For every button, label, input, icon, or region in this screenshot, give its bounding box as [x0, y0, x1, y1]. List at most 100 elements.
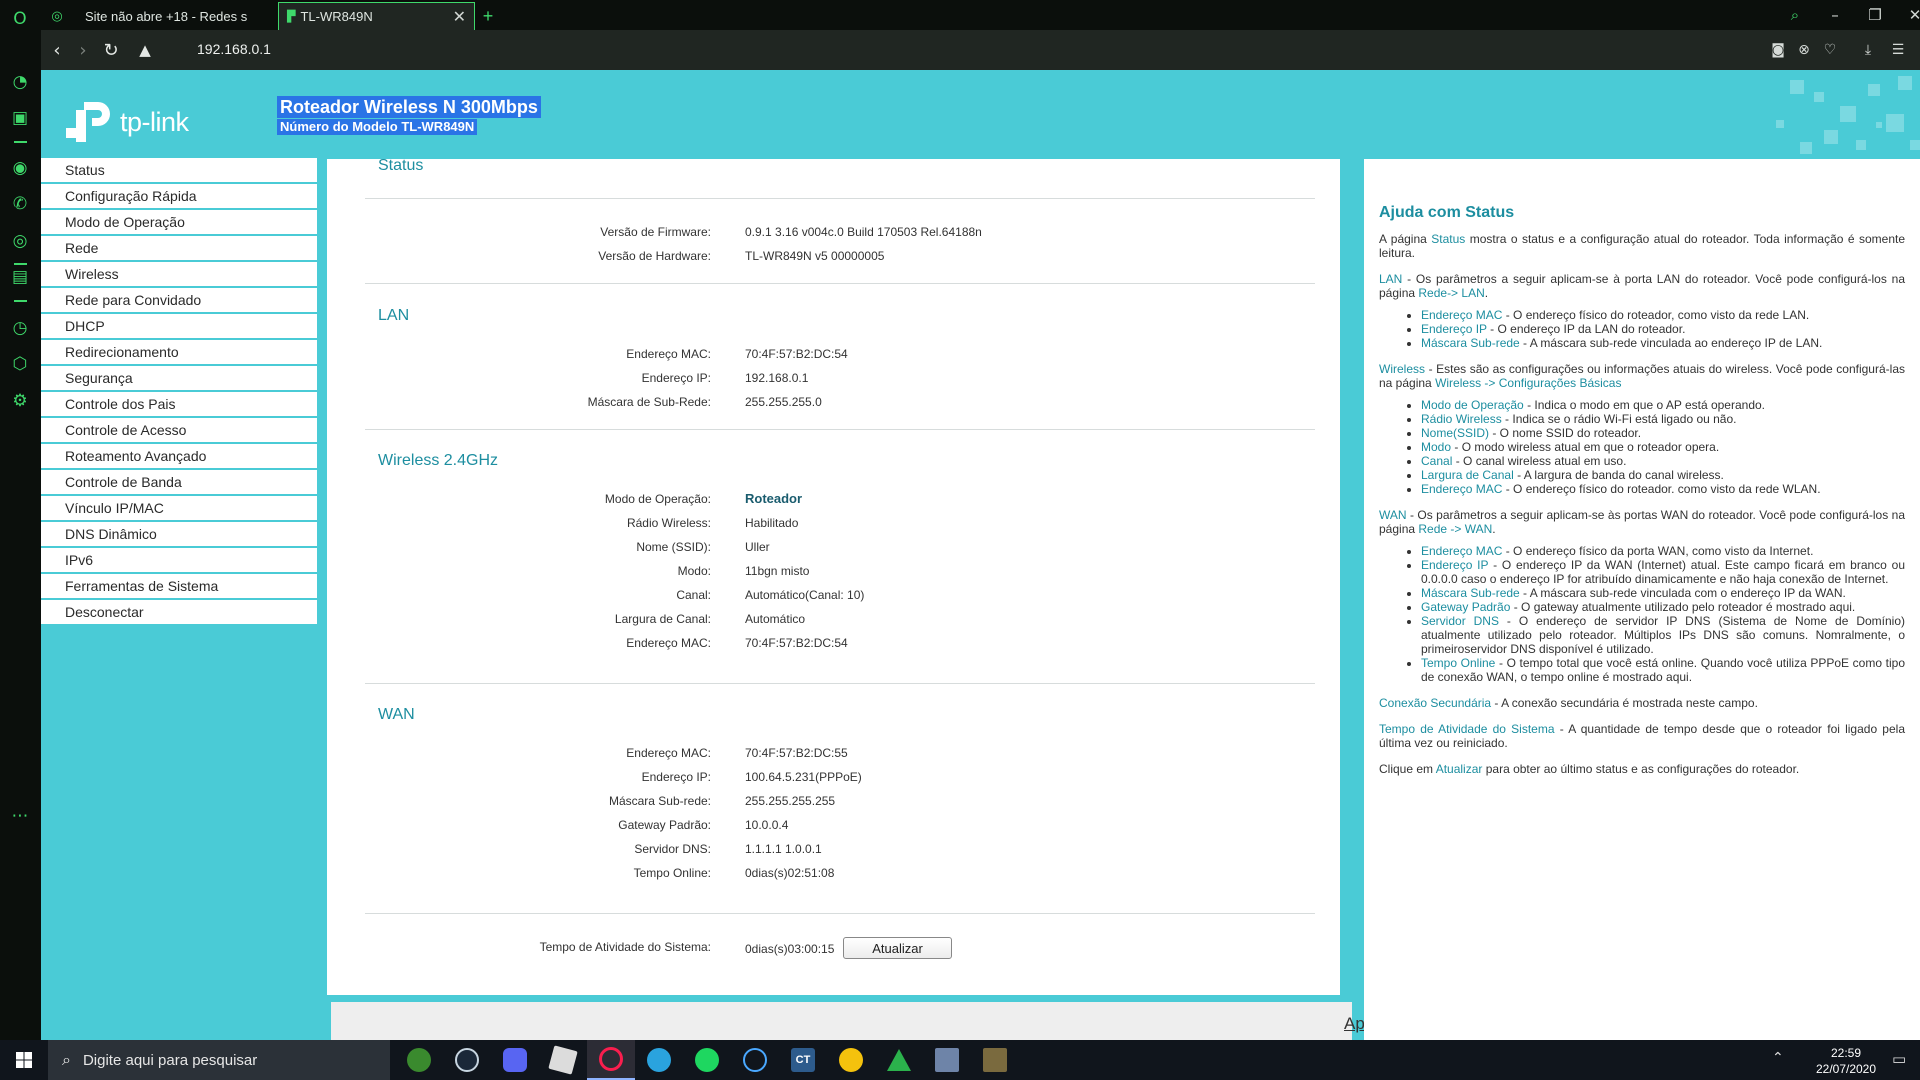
- router-menu: Status Configuração Rápida Modo de Opera…: [41, 158, 317, 626]
- wl-modo-label: Modo:: [677, 564, 711, 578]
- logo-text: tp-link: [120, 106, 189, 137]
- gamepad-icon[interactable]: ◎: [41, 2, 73, 30]
- taskbar-app-discord[interactable]: [491, 1040, 539, 1080]
- menu-item-controle-acesso[interactable]: Controle de Acesso: [41, 418, 317, 442]
- taskbar-app-ct[interactable]: CT: [779, 1040, 827, 1080]
- close-tab-icon[interactable]: ✕: [453, 7, 466, 26]
- wan-dns-label: Servidor DNS:: [634, 842, 711, 856]
- clock-date[interactable]: 22/07/2020: [1806, 1062, 1886, 1076]
- forward-icon[interactable]: ›: [71, 38, 95, 62]
- menu-item-configuracao-rapida[interactable]: Configuração Rápida: [41, 184, 317, 208]
- more-dots-icon[interactable]: ⋯: [8, 804, 32, 828]
- instagram-icon[interactable]: ◎: [8, 229, 32, 253]
- notifications-icon[interactable]: ▭: [1892, 1050, 1906, 1068]
- divider: [365, 913, 1315, 914]
- minimize-icon[interactable]: –: [1820, 2, 1850, 28]
- wan-mask-label: Máscara Sub-rede:: [608, 794, 711, 808]
- clock-time[interactable]: 22:59: [1806, 1046, 1886, 1060]
- menu-item-modo-operacao[interactable]: Modo de Operação: [41, 210, 317, 234]
- divider: [365, 429, 1315, 430]
- discord-icon: [503, 1048, 527, 1072]
- menu-item-rede-convidado[interactable]: Rede para Convidado: [41, 288, 317, 312]
- taskbar-app-xbox[interactable]: [395, 1040, 443, 1080]
- taskbar-app-opera-gx[interactable]: [587, 1040, 635, 1080]
- reload-icon[interactable]: ↻: [99, 38, 123, 62]
- tplink-favicon-icon: ▛: [287, 10, 296, 23]
- menu-item-ipv6[interactable]: IPv6: [41, 548, 317, 572]
- wl-radio-value: Habilitado: [745, 516, 799, 530]
- search-tabs-icon[interactable]: ⌕: [1780, 2, 1810, 28]
- taskbar-app-triangle[interactable]: [875, 1040, 923, 1080]
- ct-label: CT: [795, 1054, 811, 1066]
- messenger-icon[interactable]: ◉: [8, 156, 32, 180]
- hardware-label: Versão de Hardware:: [598, 249, 711, 263]
- list-item: Modo de Operação - Indica o modo em que …: [1421, 398, 1905, 412]
- menu-item-dns-dinamico[interactable]: DNS Dinâmico: [41, 522, 317, 546]
- firmware-label: Versão de Firmware:: [600, 225, 711, 239]
- opera-logo-icon[interactable]: O: [8, 7, 32, 31]
- restore-icon[interactable]: ❐: [1860, 2, 1890, 28]
- tray-expand-icon[interactable]: ⌃: [1772, 1050, 1784, 1066]
- taskbar-app-game[interactable]: [971, 1040, 1019, 1080]
- menu-item-wireless[interactable]: Wireless: [41, 262, 317, 286]
- menu-item-controle-pais[interactable]: Controle dos Pais: [41, 392, 317, 416]
- taskbar-search[interactable]: ⌕ Digite aqui para pesquisar: [48, 1040, 390, 1080]
- page-header: tp-link Roteador Wireless N 300Mbps Núme…: [41, 70, 1920, 159]
- help-panel: Ajuda com Status A página Status mostra …: [1364, 159, 1920, 1040]
- windows-start-button[interactable]: [0, 1040, 48, 1080]
- warning-icon[interactable]: ▲: [133, 38, 157, 62]
- discord-icon[interactable]: ▤: [8, 265, 32, 289]
- list-item: Tempo Online - O tempo total que você es…: [1421, 656, 1905, 684]
- taskbar-app-photo[interactable]: [923, 1040, 971, 1080]
- settings-gear-icon[interactable]: ⚙: [8, 389, 32, 413]
- hardware-value: TL-WR849N v5 00000005: [745, 249, 885, 263]
- wl-mac-label: Endereço MAC:: [626, 636, 711, 650]
- extensions-cube-icon[interactable]: ⬡: [8, 352, 32, 376]
- list-item: Nome(SSID) - O nome SSID do roteador.: [1421, 426, 1905, 440]
- whatsapp-icon[interactable]: ✆: [8, 192, 32, 216]
- menu-item-redirecionamento[interactable]: Redirecionamento: [41, 340, 317, 364]
- lan-mask-value: 255.255.255.0: [745, 395, 822, 409]
- menu-item-controle-banda[interactable]: Controle de Banda: [41, 470, 317, 494]
- tab-tl-wr849n[interactable]: ▛ TL-WR849N ✕: [278, 2, 475, 30]
- lan-title: LAN: [378, 307, 410, 324]
- refresh-button[interactable]: Atualizar: [843, 937, 952, 959]
- tab-site-nao-abre[interactable]: Site não abre +18 - Redes s ✕: [77, 2, 310, 30]
- wan-gateway-value: 10.0.0.4: [745, 818, 789, 832]
- wan-online-label: Tempo Online:: [633, 866, 711, 880]
- steam-icon: [455, 1048, 479, 1072]
- heart-icon[interactable]: ♡: [1818, 38, 1842, 62]
- wan-online-value: 0dias(s)02:51:08: [745, 866, 835, 880]
- adblock-icon[interactable]: ⊗: [1792, 38, 1816, 62]
- list-item: Máscara Sub-rede - A máscara sub-rede vi…: [1421, 586, 1905, 600]
- status-content-frame: Status Versão de Firmware: 0.9.1 3.16 v0…: [327, 159, 1340, 995]
- menu-item-desconectar[interactable]: Desconectar: [41, 600, 317, 624]
- taskbar-app-spotify[interactable]: [683, 1040, 731, 1080]
- taskbar-app-ccleaner[interactable]: [731, 1040, 779, 1080]
- search-icon: ⌕: [62, 1050, 71, 1069]
- history-icon[interactable]: ◷: [8, 316, 32, 340]
- menu-item-status[interactable]: Status: [41, 158, 317, 182]
- help-wan-list: Endereço MAC - O endereço físico da port…: [1421, 544, 1905, 684]
- back-icon[interactable]: ‹: [45, 38, 69, 62]
- menu-item-ferramentas-sistema[interactable]: Ferramentas de Sistema: [41, 574, 317, 598]
- twitch-icon[interactable]: ▣: [8, 106, 32, 130]
- list-item: Endereço IP - O endereço IP da WAN (Inte…: [1421, 558, 1905, 586]
- download-icon[interactable]: ⤓: [1856, 38, 1880, 62]
- new-tab-button[interactable]: +: [473, 2, 503, 30]
- xbox-icon: [407, 1048, 431, 1072]
- easy-setup-icon[interactable]: ☰: [1886, 38, 1910, 62]
- camera-icon[interactable]: ◙: [1766, 38, 1790, 62]
- close-window-icon[interactable]: ✕: [1900, 2, 1920, 28]
- menu-item-vinculo-ip-mac[interactable]: Vínculo IP/MAC: [41, 496, 317, 520]
- menu-item-dhcp[interactable]: DHCP: [41, 314, 317, 338]
- speed-dial-icon[interactable]: ◔: [8, 70, 32, 94]
- taskbar-app-roblox[interactable]: [539, 1040, 587, 1080]
- taskbar-app-telegram[interactable]: [635, 1040, 683, 1080]
- taskbar-app-winamp[interactable]: [827, 1040, 875, 1080]
- menu-item-roteamento-avancado[interactable]: Roteamento Avançado: [41, 444, 317, 468]
- menu-item-rede[interactable]: Rede: [41, 236, 317, 260]
- taskbar-app-steam[interactable]: [443, 1040, 491, 1080]
- menu-item-seguranca[interactable]: Segurança: [41, 366, 317, 390]
- url-field[interactable]: 192.168.0.1: [197, 41, 271, 57]
